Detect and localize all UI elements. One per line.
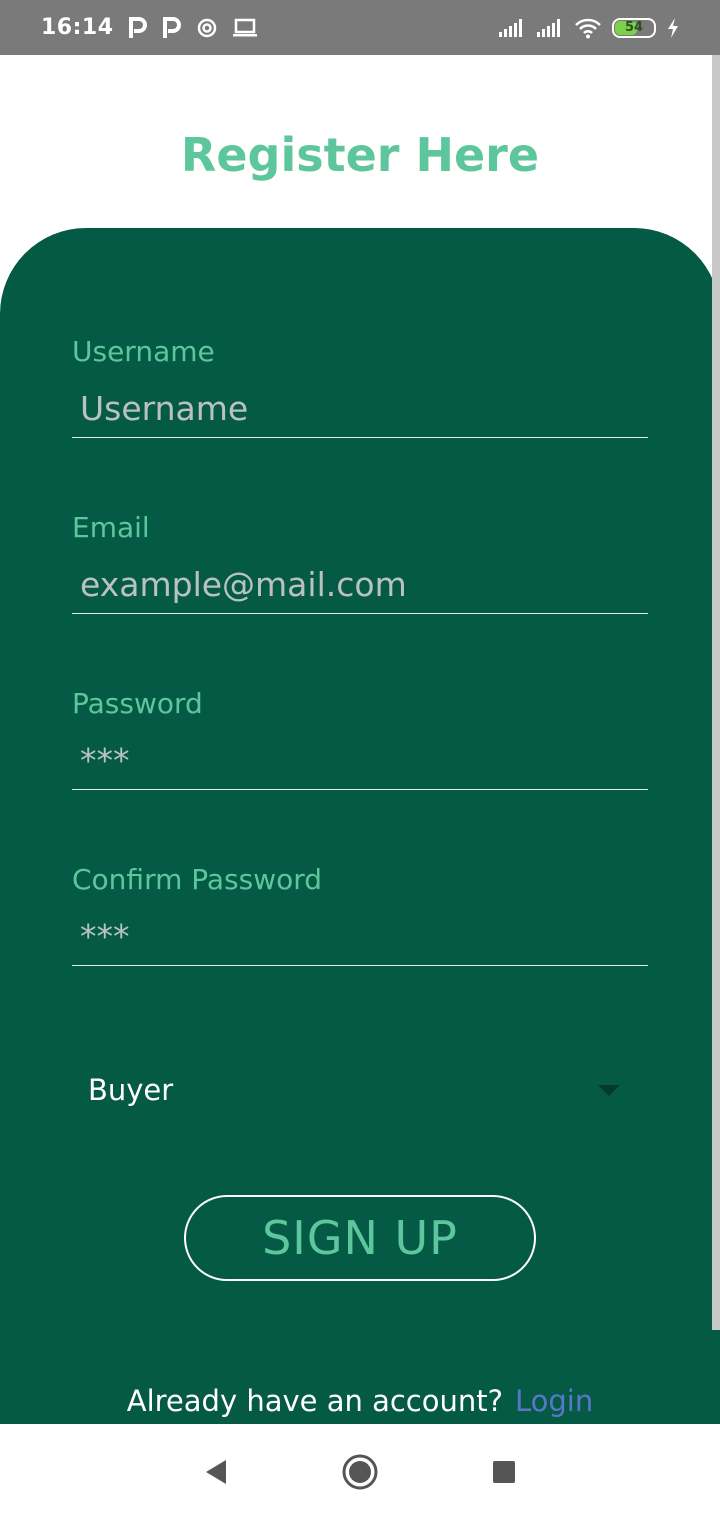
username-label: Username — [72, 335, 215, 368]
email-field-group: Email — [72, 510, 648, 614]
email-label: Email — [72, 511, 150, 544]
system-navigation-bar — [0, 1424, 720, 1520]
back-icon[interactable] — [202, 1457, 230, 1487]
register-screen: 16:14 54 Register Here Username Username… — [0, 0, 720, 1520]
home-icon[interactable] — [340, 1452, 380, 1492]
password-label: Password — [72, 687, 203, 720]
role-selected-value: Buyer — [88, 1073, 174, 1107]
confirm-password-label: Confirm Password — [72, 863, 323, 896]
sign-up-button[interactable]: SIGN UP — [184, 1195, 536, 1281]
confirm-password-input[interactable] — [72, 908, 648, 966]
laptop-icon — [232, 18, 257, 36]
email-input[interactable] — [72, 556, 648, 614]
status-time: 16:14 — [41, 15, 114, 40]
recent-apps-icon[interactable] — [490, 1458, 518, 1486]
status-system-icons: 54 — [498, 17, 680, 39]
p-notification-icon — [128, 16, 147, 38]
battery-indicator: 54 — [612, 17, 656, 38]
password-input[interactable] — [72, 732, 648, 790]
battery-level: 54 — [624, 20, 644, 35]
signal-strength-icon — [537, 18, 560, 37]
login-prompt-text: Already have an account? — [126, 1384, 503, 1418]
registration-card: Username Email Password Confirm Password… — [0, 228, 720, 1424]
page-scrollbar[interactable] — [712, 55, 720, 1330]
status-bar: 16:14 54 — [0, 0, 720, 55]
password-field-group: Password — [72, 686, 648, 790]
sync-icon — [197, 18, 216, 37]
page-title: Register Here — [180, 128, 540, 182]
username-input[interactable] — [72, 380, 648, 438]
login-link[interactable]: Login — [515, 1384, 593, 1418]
wifi-icon — [575, 18, 601, 38]
dropdown-arrow-icon — [598, 1084, 620, 1096]
status-notification-icons — [128, 16, 258, 39]
login-prompt-row: Already have an account? Login — [0, 1384, 720, 1418]
role-dropdown[interactable]: Buyer — [88, 1064, 628, 1116]
username-field-group: Username — [72, 334, 648, 438]
charging-bolt-icon — [668, 17, 678, 38]
signal-strength-icon — [499, 18, 522, 37]
p-notification-icon — [162, 16, 181, 38]
confirm-password-field-group: Confirm Password — [72, 862, 648, 966]
